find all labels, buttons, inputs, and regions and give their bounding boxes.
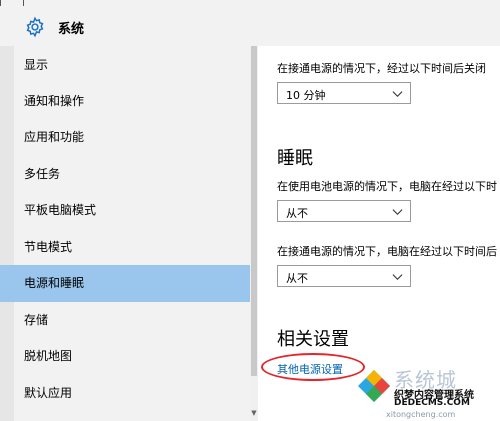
watermark-url: DEDECMS.COM: [394, 398, 470, 408]
title-bar: 系统: [0, 0, 500, 46]
screen-plugged-description: 在接通电源的情况下，经过以下时间后关闭: [277, 62, 486, 75]
dropdown-value: 从不: [286, 272, 308, 285]
other-power-settings-link[interactable]: 其他电源设置: [277, 361, 343, 377]
sidebar-item-multitasking[interactable]: 多任务: [0, 156, 250, 193]
screen-plugged-dropdown[interactable]: 10 分钟: [277, 82, 411, 104]
sidebar-item-display[interactable]: 显示: [0, 47, 250, 84]
related-settings-title: 相关设置: [277, 329, 349, 350]
scrollbar-thumb[interactable]: [251, 46, 257, 376]
sidebar: 显示 通知和操作 应用和功能 多任务 平板电脑模式 节电模式 电源和睡眠 存储 …: [0, 46, 250, 421]
dropdown-value: 10 分钟: [286, 89, 326, 102]
sleep-battery-description: 在使用电池电源的情况下，电脑在经过以下时: [277, 180, 497, 193]
sidebar-item-tablet-mode[interactable]: 平板电脑模式: [0, 192, 250, 229]
sleep-battery-dropdown[interactable]: 从不: [277, 200, 411, 222]
chevron-down-icon: [392, 91, 403, 98]
chevron-down-icon: [392, 274, 403, 281]
sidebar-item-storage[interactable]: 存储: [0, 302, 250, 339]
sidebar-item-notifications[interactable]: 通知和操作: [0, 83, 250, 120]
chevron-down-icon: [392, 209, 403, 216]
sidebar-item-power-sleep[interactable]: 电源和睡眠: [0, 265, 250, 302]
sidebar-item-battery-saver[interactable]: 节电模式: [0, 229, 250, 266]
watermark: 系统城 织梦内容管理系统 DEDECMS.COM xitongcheng.com: [356, 364, 500, 421]
sidebar-item-apps-features[interactable]: 应用和功能: [0, 119, 250, 156]
sleep-plugged-description: 在接通电源的情况下，电脑在经过以下时间后: [277, 245, 497, 258]
watermark-site: xitongcheng.com: [386, 410, 456, 419]
sidebar-item-default-apps[interactable]: 默认应用: [0, 375, 250, 412]
dropdown-value: 从不: [286, 207, 308, 220]
window-frame-fragment: [0, 0, 24, 6]
sidebar-item-offline-maps[interactable]: 脱机地图: [0, 338, 250, 375]
scroll-down-arrow-icon[interactable]: ▼: [250, 409, 258, 417]
watermark-logo-icon: [358, 370, 390, 402]
sleep-section-title: 睡眠: [277, 148, 313, 169]
sidebar-scrollbar[interactable]: ▼: [250, 46, 258, 421]
page-title: 系统: [58, 22, 85, 37]
gear-icon: [26, 16, 44, 38]
sleep-plugged-dropdown[interactable]: 从不: [277, 265, 411, 287]
